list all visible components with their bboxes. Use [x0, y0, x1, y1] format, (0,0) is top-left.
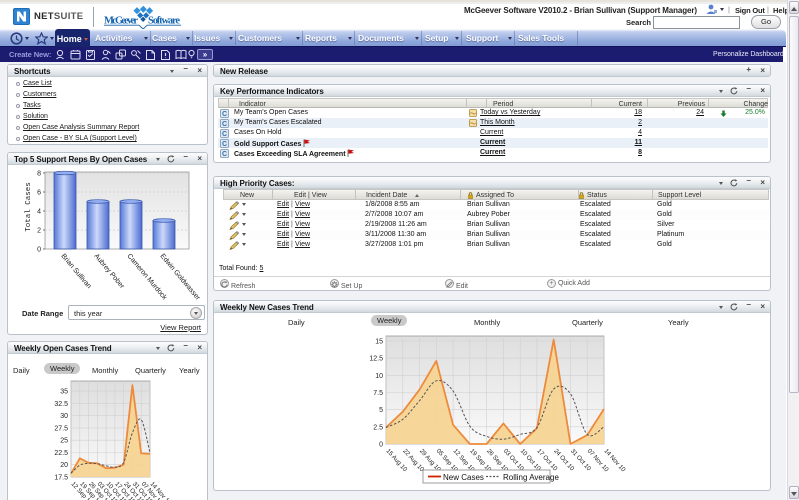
svg-text:10: 10	[375, 373, 383, 380]
svg-text:4: 4	[37, 209, 41, 216]
svg-text:0: 0	[37, 247, 41, 254]
svg-text:22.5: 22.5	[54, 450, 68, 457]
svg-text:2.5: 2.5	[373, 424, 383, 431]
svg-text:C: C	[222, 131, 227, 138]
svg-text:0: 0	[379, 442, 383, 449]
svg-text:25: 25	[60, 438, 68, 445]
svg-text:C: C	[222, 151, 227, 158]
svg-text:New Cases: New Cases	[443, 473, 484, 482]
svg-text:C: C	[222, 121, 227, 128]
svg-text:32.5: 32.5	[54, 401, 68, 408]
svg-text:Rolling Average: Rolling Average	[503, 473, 559, 482]
svg-text:2: 2	[37, 228, 41, 235]
svg-text:17.5: 17.5	[54, 475, 68, 482]
svg-text:C: C	[222, 141, 227, 148]
svg-text:6: 6	[37, 190, 41, 197]
svg-text:15: 15	[375, 339, 383, 346]
svg-text:8: 8	[37, 171, 41, 178]
svg-text:C: C	[222, 111, 227, 118]
svg-text:7.5: 7.5	[373, 390, 383, 397]
svg-text:20: 20	[60, 462, 68, 469]
svg-text:Total Cases: Total Cases	[25, 182, 33, 232]
svg-text:27.5: 27.5	[54, 425, 68, 432]
svg-text:5: 5	[379, 407, 383, 414]
svg-text:30: 30	[60, 413, 68, 420]
svg-text:35: 35	[60, 389, 68, 396]
svg-text:Aubrey Pober: Aubrey Pober	[92, 253, 125, 291]
svg-text:12.5: 12.5	[369, 356, 383, 363]
svg-text:Brian Sullivan: Brian Sullivan	[59, 253, 92, 290]
